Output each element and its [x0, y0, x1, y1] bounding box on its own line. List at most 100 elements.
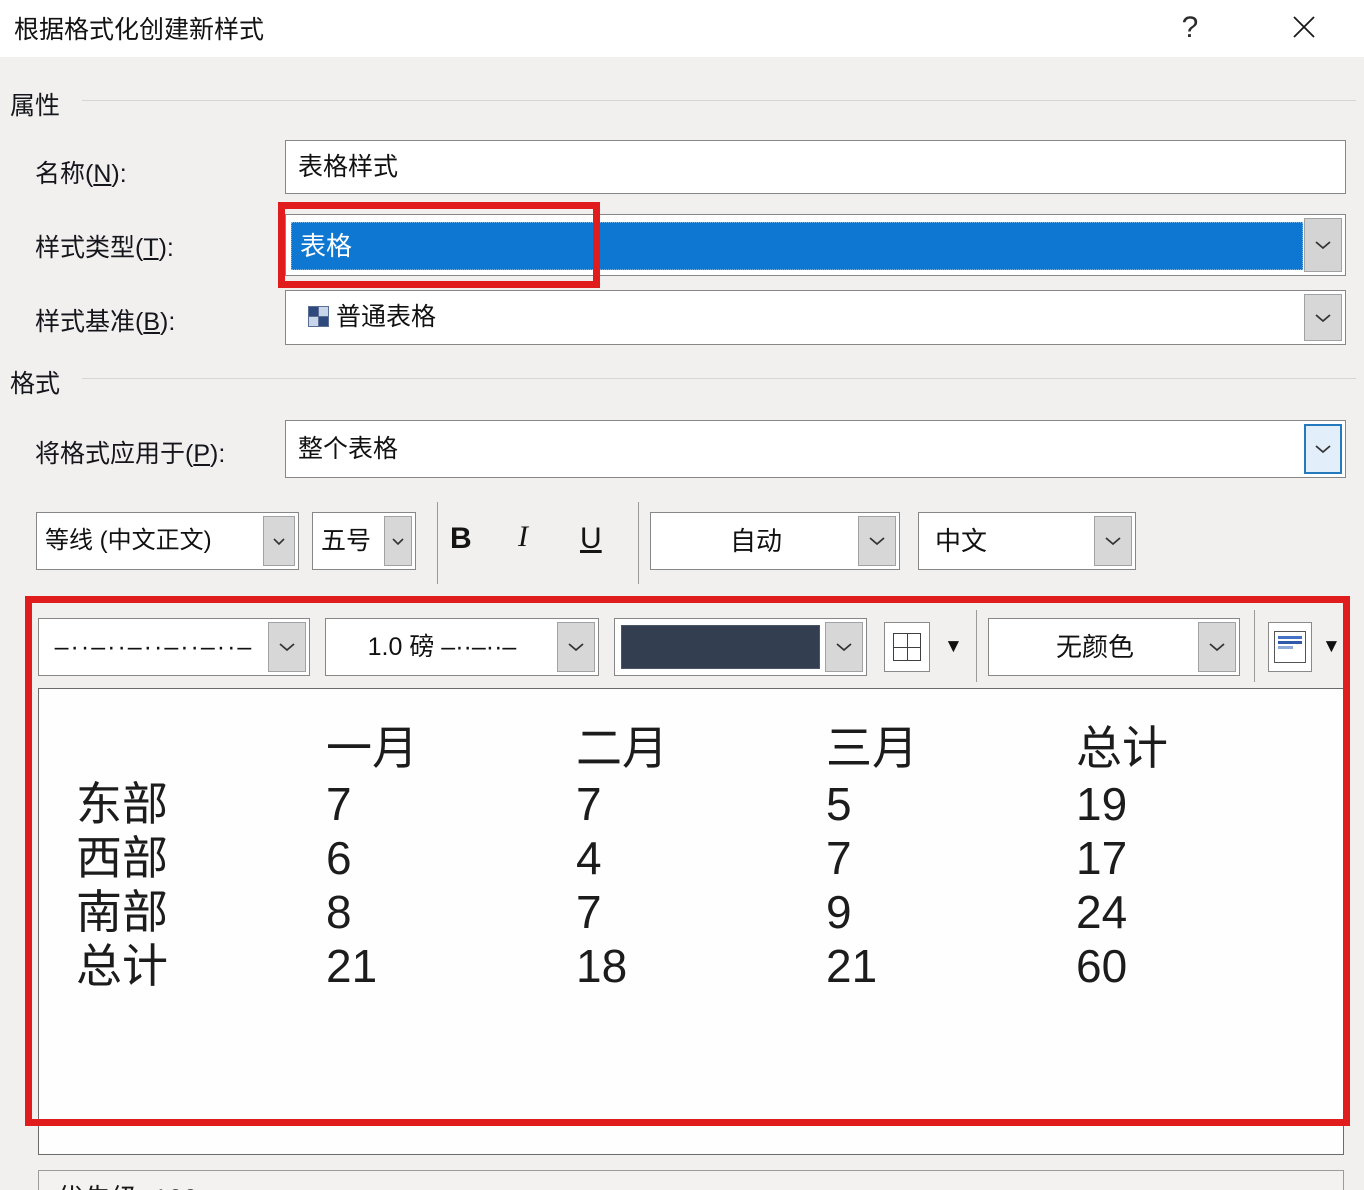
- table-row: 东部 7 7 5 19: [76, 777, 1326, 831]
- table-cell: 9: [826, 886, 852, 938]
- style-type-select[interactable]: 表格: [285, 214, 1346, 276]
- bold-button[interactable]: B: [450, 522, 472, 556]
- corner-cell: [76, 719, 326, 777]
- chevron-down-icon: [1314, 313, 1332, 323]
- table-cell: 5: [826, 778, 852, 830]
- format-divider: [82, 378, 1356, 379]
- row-label: 西部: [76, 832, 168, 884]
- column-header: 总计: [1076, 722, 1168, 774]
- style-type-dropdown-button[interactable]: [1304, 218, 1342, 272]
- based-on-label: 样式基准(B):: [35, 308, 176, 336]
- chevron-down-icon: [1314, 444, 1332, 454]
- table-cell: 24: [1076, 886, 1128, 938]
- name-value: 表格样式: [298, 153, 399, 181]
- table-cell: 17: [1076, 832, 1128, 884]
- chevron-down-icon: [835, 642, 853, 652]
- toolbar-separator: [437, 502, 438, 584]
- table-row: 总计 21 18 21 60: [76, 939, 1326, 993]
- chevron-down-icon: [567, 642, 585, 652]
- toolbar-separator: [976, 610, 977, 682]
- properties-divider: [82, 100, 1356, 101]
- language-select[interactable]: 中文: [918, 512, 1136, 570]
- based-on-select[interactable]: 普通表格: [285, 290, 1346, 345]
- borders-button[interactable]: [884, 622, 930, 672]
- column-header: 三月: [826, 722, 918, 774]
- chevron-down-icon: [868, 536, 886, 546]
- chevron-down-icon: [278, 642, 296, 652]
- apply-to-value: 整个表格: [298, 435, 399, 463]
- apply-to-dropdown-button[interactable]: [1304, 424, 1342, 474]
- section-format-label: 格式: [10, 370, 61, 398]
- table-cell: 21: [826, 940, 878, 992]
- help-icon[interactable]: ?: [1170, 6, 1210, 50]
- row-label: 总计: [76, 940, 168, 992]
- line-style-dropdown-button[interactable]: [268, 622, 306, 672]
- borders-grid-icon: [893, 633, 921, 661]
- apply-to-select[interactable]: 整个表格: [285, 420, 1346, 478]
- alignment-icon: [1274, 631, 1306, 663]
- line-style-select[interactable]: –··–··–··–··–··–: [38, 618, 310, 676]
- preview-pane: 一月 二月 三月 总计 东部 7 7 5 19 西部 6 4 7 17 南部 8…: [38, 688, 1344, 1155]
- font-name-dropdown-button[interactable]: [263, 516, 295, 566]
- borders-dropdown-arrow[interactable]: ▼: [944, 636, 963, 658]
- fill-color-dropdown-button[interactable]: [1198, 622, 1236, 672]
- table-style-icon: [308, 306, 329, 327]
- font-size-dropdown-button[interactable]: [384, 516, 412, 566]
- font-size-select[interactable]: 五号: [312, 512, 416, 570]
- underline-button[interactable]: U: [580, 522, 602, 556]
- title-bar: 根据格式化创建新样式 ?: [0, 0, 1364, 57]
- based-on-dropdown-button[interactable]: [1304, 294, 1342, 341]
- table-header-row: 一月 二月 三月 总计: [76, 719, 1326, 777]
- column-header: 二月: [576, 722, 668, 774]
- fill-color-select[interactable]: 无颜色: [988, 618, 1240, 676]
- table-cell: 6: [326, 832, 352, 884]
- priority-box: 优先级: 100: [38, 1170, 1344, 1190]
- font-color-dropdown-button[interactable]: [858, 516, 896, 566]
- based-on-value: 普通表格: [336, 303, 437, 331]
- font-color-select[interactable]: 自动: [650, 512, 900, 570]
- alignment-button[interactable]: [1268, 622, 1312, 672]
- line-weight-select[interactable]: 1.0 磅 –··–··–: [325, 618, 599, 676]
- chevron-down-icon: [1104, 536, 1122, 546]
- row-label: 南部: [76, 886, 168, 938]
- priority-text: 优先级: 100: [39, 1171, 1343, 1190]
- name-label: 名称(N):: [35, 160, 127, 188]
- table-cell: 7: [576, 778, 602, 830]
- font-name-value: 等线 (中文正文): [45, 527, 212, 554]
- dialog-title: 根据格式化创建新样式: [14, 16, 265, 44]
- close-button[interactable]: [1282, 8, 1326, 50]
- section-properties-label: 属性: [10, 92, 61, 120]
- font-name-select[interactable]: 等线 (中文正文): [36, 512, 299, 570]
- table-row: 西部 6 4 7 17: [76, 831, 1326, 885]
- toolbar-separator: [638, 502, 639, 584]
- language-dropdown-button[interactable]: [1094, 516, 1132, 566]
- style-type-label: 样式类型(T):: [35, 234, 174, 262]
- table-cell: 19: [1076, 778, 1128, 830]
- border-color-swatch: [621, 625, 820, 669]
- chevron-down-icon: [1208, 642, 1226, 652]
- table-cell: 7: [326, 778, 352, 830]
- table-cell: 4: [576, 832, 602, 884]
- row-label: 东部: [76, 778, 168, 830]
- italic-button[interactable]: I: [518, 520, 528, 554]
- chevron-down-icon: [272, 537, 286, 546]
- table-row: 南部 8 7 9 24: [76, 885, 1326, 939]
- style-type-selected-option[interactable]: 表格: [291, 222, 1303, 270]
- chevron-down-icon: [391, 537, 405, 546]
- line-weight-dropdown-button[interactable]: [557, 622, 595, 672]
- border-color-dropdown-button[interactable]: [825, 622, 863, 672]
- apply-to-label: 将格式应用于(P):: [35, 440, 226, 468]
- preview-table: 一月 二月 三月 总计 东部 7 7 5 19 西部 6 4 7 17 南部 8…: [76, 719, 1326, 993]
- table-cell: 7: [826, 832, 852, 884]
- column-header: 一月: [326, 722, 418, 774]
- toolbar-separator: [1254, 610, 1255, 682]
- border-color-select[interactable]: [614, 618, 867, 676]
- table-cell: 7: [576, 886, 602, 938]
- table-cell: 60: [1076, 940, 1128, 992]
- alignment-dropdown-arrow[interactable]: ▼: [1322, 636, 1341, 658]
- name-input[interactable]: 表格样式: [285, 140, 1346, 194]
- close-icon: [1291, 14, 1317, 45]
- table-cell: 21: [326, 940, 378, 992]
- chevron-down-icon: [1314, 240, 1332, 250]
- table-cell: 8: [326, 886, 352, 938]
